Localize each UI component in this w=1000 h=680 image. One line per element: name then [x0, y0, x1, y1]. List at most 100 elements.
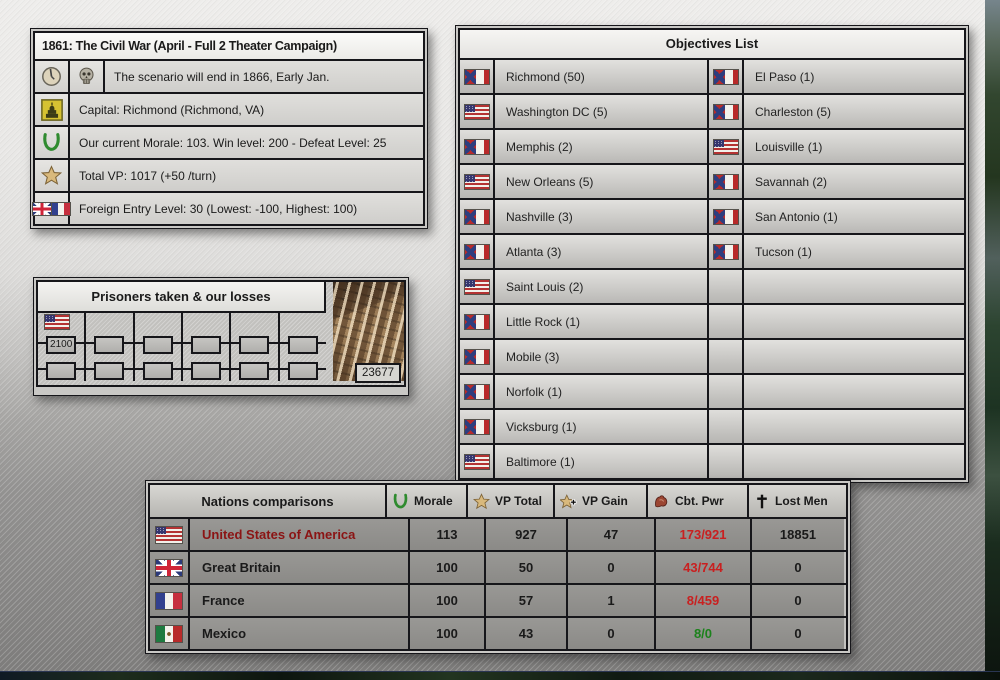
uk-flag-icon — [33, 203, 51, 215]
objective-flag-cell — [460, 410, 495, 443]
faction-flag-icon — [465, 105, 489, 119]
objective-flag-cell — [460, 60, 495, 93]
nation-morale: 113 — [410, 519, 486, 550]
objective-flag-cell — [709, 200, 744, 233]
scenario-morale-row: Our current Morale: 103. Win level: 200 … — [35, 127, 423, 160]
objective-flag-cell — [709, 270, 744, 303]
star-icon — [41, 165, 62, 186]
nation-vp-gain: 47 — [568, 519, 656, 550]
losses-box — [191, 336, 221, 354]
objective-city[interactable]: San Antonio (1) — [744, 200, 964, 233]
losses-box — [46, 362, 76, 380]
objective-city[interactable]: Washington DC (5) — [495, 95, 709, 128]
losses-box — [288, 362, 318, 380]
objective-city — [744, 375, 964, 408]
nation-row: Mexico 100 43 0 8/0 0 — [150, 618, 846, 649]
objective-flag-cell — [709, 445, 744, 478]
nation-flag-cell — [150, 519, 190, 550]
foreign-entry-text: Foreign Entry Level: 30 (Lowest: -100, H… — [70, 193, 423, 224]
objective-flag-cell — [460, 130, 495, 163]
map-edge-right — [985, 0, 1000, 680]
objective-city[interactable]: Richmond (50) — [495, 60, 709, 93]
vp-total-column-header: VP Total — [468, 485, 555, 517]
column-label: Cbt. Pwr — [675, 494, 724, 508]
nation-vp-total: 50 — [486, 552, 568, 583]
skull-icon — [76, 66, 97, 87]
nation-flag-cell — [150, 618, 190, 649]
faction-flag-icon — [714, 105, 738, 119]
faction-flag-icon — [465, 245, 489, 259]
nation-cbt-pwr: 8/0 — [656, 618, 752, 649]
nation-vp-total: 43 — [486, 618, 568, 649]
objective-row: Memphis (2) Louisville (1) — [460, 130, 964, 165]
objective-flag-cell — [709, 340, 744, 373]
map-edge-bottom — [0, 671, 1000, 680]
objective-row: Norfolk (1) — [460, 375, 964, 410]
objective-city — [744, 410, 964, 443]
objective-flag-cell — [709, 165, 744, 198]
faction-flag-icon — [465, 70, 489, 84]
nation-flag-cell — [150, 585, 190, 616]
nation-morale: 100 — [410, 552, 486, 583]
nation-vp-gain: 1 — [568, 585, 656, 616]
objective-city[interactable]: Atlanta (3) — [495, 235, 709, 268]
losses-box — [239, 336, 269, 354]
objective-row: New Orleans (5) Savannah (2) — [460, 165, 964, 200]
nation-flag-icon — [156, 527, 182, 543]
objective-flag-cell — [709, 95, 744, 128]
column-label: VP Gain — [582, 494, 628, 508]
nation-lost-men: 0 — [752, 552, 844, 583]
scenario-end-row: The scenario will end in 1866, Early Jan… — [35, 61, 423, 94]
objective-city[interactable]: New Orleans (5) — [495, 165, 709, 198]
objective-city[interactable]: Baltimore (1) — [495, 445, 709, 478]
objective-city[interactable]: Charleston (5) — [744, 95, 964, 128]
objective-city[interactable]: Memphis (2) — [495, 130, 709, 163]
objective-city[interactable]: Louisville (1) — [744, 130, 964, 163]
faction-flag-icon — [714, 420, 738, 434]
column-label: Lost Men — [775, 494, 828, 508]
objective-city[interactable]: El Paso (1) — [744, 60, 964, 93]
objective-row: Vicksburg (1) — [460, 410, 964, 445]
objective-flag-cell — [460, 235, 495, 268]
objective-city[interactable]: Vicksburg (1) — [495, 410, 709, 443]
nations-header-row: Nations comparisons Morale VP Total VP G… — [150, 485, 846, 519]
star-icon — [473, 493, 490, 510]
objective-flag-cell — [709, 375, 744, 408]
losses-box — [94, 362, 124, 380]
scenario-capital-row: Capital: Richmond (Richmond, VA) — [35, 94, 423, 127]
our-losses-count: 23677 — [355, 363, 401, 383]
objective-city[interactable]: Norfolk (1) — [495, 375, 709, 408]
faction-flag-icon — [714, 455, 738, 469]
objective-city[interactable]: Nashville (3) — [495, 200, 709, 233]
objective-flag-cell — [460, 375, 495, 408]
scenario-vp-row: Total VP: 1017 (+50 /turn) — [35, 160, 423, 193]
faction-flag-icon — [714, 315, 738, 329]
losses-box — [239, 362, 269, 380]
objective-flag-cell — [709, 235, 744, 268]
losses-box — [143, 362, 173, 380]
losses-column — [183, 313, 231, 381]
objective-flag-cell — [460, 340, 495, 373]
objective-city[interactable]: Tucson (1) — [744, 235, 964, 268]
faction-flag-icon — [714, 175, 738, 189]
objective-row: Mobile (3) — [460, 340, 964, 375]
losses-column — [135, 313, 183, 381]
objective-city[interactable]: Little Rock (1) — [495, 305, 709, 338]
objective-city[interactable]: Savannah (2) — [744, 165, 964, 198]
nation-lost-men: 0 — [752, 618, 844, 649]
losses-column — [231, 313, 279, 381]
prisoners-title: Prisoners taken & our losses — [38, 282, 326, 313]
clock-icon-cell — [35, 61, 70, 92]
objective-city — [744, 340, 964, 373]
column-label: Morale — [414, 494, 453, 508]
nation-row: United States of America 113 927 47 173/… — [150, 519, 846, 552]
objective-city[interactable]: Saint Louis (2) — [495, 270, 709, 303]
faction-flag-icon — [714, 70, 738, 84]
laurel-wreath-icon — [392, 493, 409, 510]
losses-box — [288, 336, 318, 354]
morale-column-header: Morale — [387, 485, 468, 517]
vp-icon-cell — [35, 160, 70, 191]
objective-city[interactable]: Mobile (3) — [495, 340, 709, 373]
objective-flag-cell — [709, 410, 744, 443]
nation-name: Great Britain — [190, 552, 410, 583]
